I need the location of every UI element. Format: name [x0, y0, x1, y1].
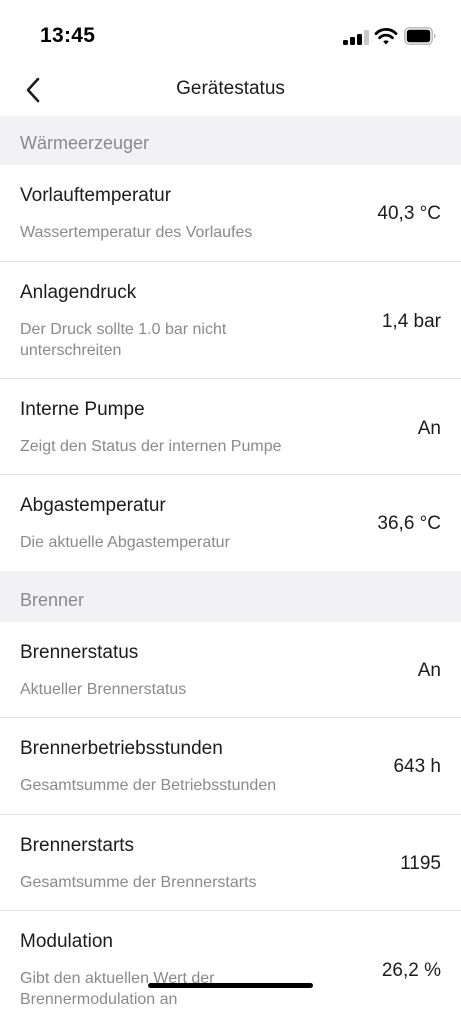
row-subtitle: Der Druck sollte 1.0 bar nicht unterschr…	[20, 321, 227, 359]
row-title: Brennerbetriebsstunden	[20, 738, 223, 759]
row-modulation[interactable]: Modulation Gibt den aktuellen Wert der B…	[0, 911, 461, 1031]
row-subtitle: Aktueller Brennerstatus	[20, 681, 187, 698]
wifi-icon	[374, 28, 398, 45]
battery-icon	[404, 27, 436, 45]
row-value: 643 h	[393, 756, 441, 777]
row-value: An	[417, 660, 441, 681]
section-header-waermeerzeuger: Wärmeerzeuger	[0, 116, 461, 165]
row-subtitle: Gesamtsumme der Brennerstarts	[20, 874, 257, 891]
row-title: Brennerstatus	[20, 642, 139, 663]
row-title: Vorlauftemperatur	[20, 185, 172, 206]
row-value: 40,3 °C	[377, 203, 441, 224]
row-value: An	[417, 418, 441, 439]
row-value: 1,4 bar	[381, 311, 441, 332]
row-subtitle: Zeigt den Status der internen Pumpe	[20, 438, 282, 455]
status-list[interactable]: Wärmeerzeuger Vorlauftemperatur Wasserte…	[0, 116, 461, 1031]
row-subtitle: Gesamtsumme der Betriebsstunden	[20, 777, 277, 794]
home-indicator[interactable]	[148, 983, 313, 988]
row-value: 1195	[400, 853, 441, 874]
row-value: 36,6 °C	[377, 513, 441, 534]
row-brennerbetriebsstunden[interactable]: Brennerbetriebsstunden Gesamtsumme der B…	[0, 718, 461, 815]
row-title: Abgastemperatur	[20, 495, 166, 516]
cellular-signal-icon	[343, 29, 369, 45]
row-value: 26,2 %	[381, 960, 441, 981]
row-title: Anlagendruck	[20, 282, 137, 303]
row-subtitle: Gibt den aktuellen Wert der Brennermodul…	[20, 970, 215, 1008]
row-title: Interne Pumpe	[20, 399, 145, 420]
navigation-bar: Gerätestatus	[0, 70, 461, 116]
status-time: 13:45	[40, 24, 96, 47]
row-subtitle: Die aktuelle Abgastemperatur	[20, 534, 230, 551]
status-bar: 13:45	[0, 0, 461, 70]
row-subtitle: Wassertemperatur des Vorlaufes	[20, 224, 253, 241]
row-brennerstarts[interactable]: Brennerstarts Gesamtsumme der Brennersta…	[0, 815, 461, 911]
row-brennerstatus[interactable]: Brennerstatus Aktueller Brennerstatus An	[0, 622, 461, 718]
row-title: Modulation	[20, 931, 113, 952]
row-vorlauftemperatur[interactable]: Vorlauftemperatur Wassertemperatur des V…	[0, 165, 461, 262]
row-interne-pumpe[interactable]: Interne Pumpe Zeigt den Status der inter…	[0, 379, 461, 475]
section-header-brenner: Brenner	[0, 571, 461, 622]
row-title: Brennerstarts	[20, 835, 135, 856]
page-title: Gerätestatus	[176, 78, 285, 99]
row-anlagendruck[interactable]: Anlagendruck Der Druck sollte 1.0 bar ni…	[0, 262, 461, 379]
row-abgastemperatur[interactable]: Abgastemperatur Die aktuelle Abgastemper…	[0, 475, 461, 571]
